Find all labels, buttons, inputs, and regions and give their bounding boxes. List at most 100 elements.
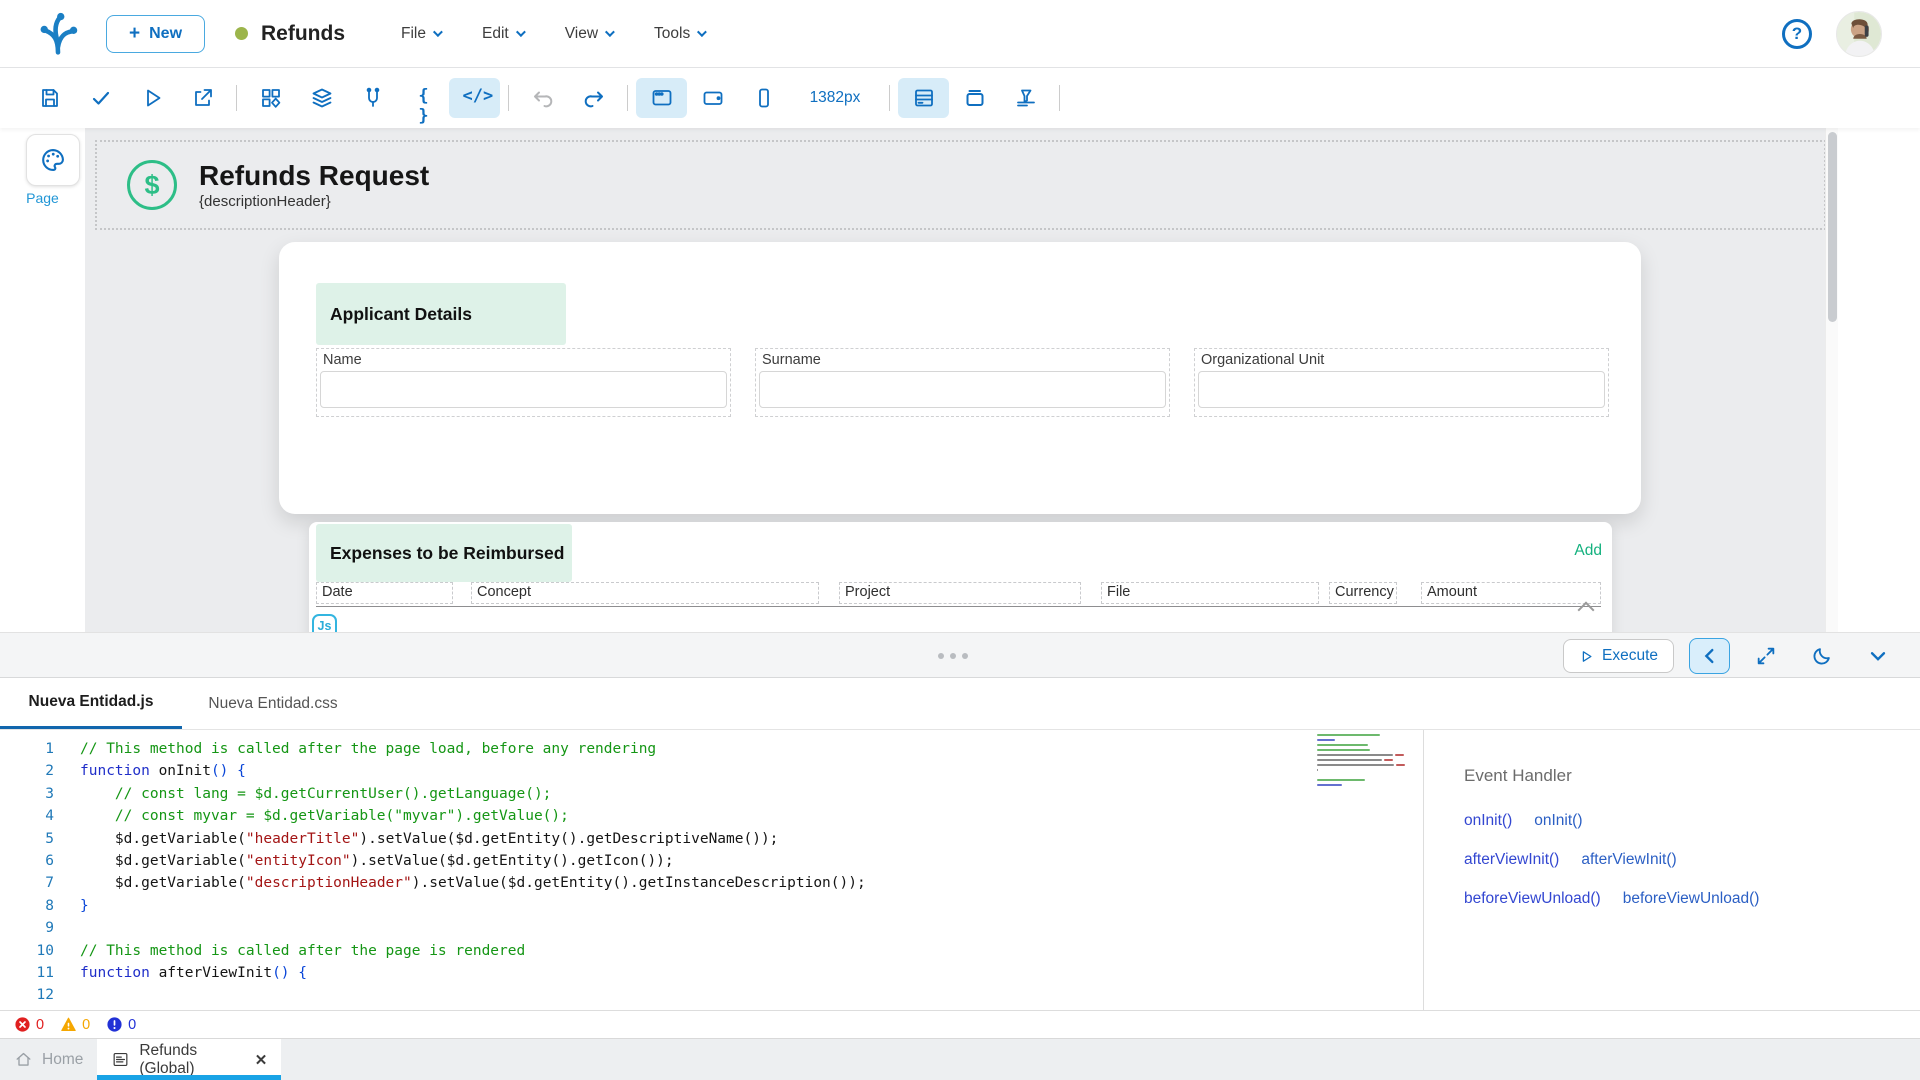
event-handler-title: Event Handler xyxy=(1464,766,1920,786)
code-line[interactable]: $d.getVariable("headerTitle").setValue($… xyxy=(80,828,1423,850)
toolbar-window-tab-button[interactable] xyxy=(949,78,1000,118)
menu-view[interactable]: View xyxy=(565,25,612,43)
code-line[interactable]: } xyxy=(80,895,1423,917)
toolbar-desktop-button[interactable] xyxy=(636,78,687,118)
toolbar-save-button[interactable] xyxy=(24,78,75,118)
toolbar-run-button[interactable] xyxy=(126,78,177,118)
add-expense-link[interactable]: Add xyxy=(1574,542,1602,560)
editor-tab-nueva-entidad-js[interactable]: Nueva Entidad.js xyxy=(0,678,182,729)
form-header-widget[interactable]: $ Refunds Request {descriptionHeader} xyxy=(95,140,1826,230)
dark-mode-button[interactable] xyxy=(1801,638,1842,674)
applicant-details-card[interactable]: Applicant Details Name Surname Organizatio… xyxy=(279,242,1641,514)
toolbar-divider xyxy=(236,85,237,111)
code-text[interactable]: // This method is called after the page … xyxy=(80,730,1423,1010)
event-handler-beforeviewunload[interactable]: beforeViewUnload() xyxy=(1623,890,1760,907)
organizational-unit-label[interactable]: Organizational Unit xyxy=(1198,351,1605,371)
toolbar-tablet-button[interactable] xyxy=(687,78,738,118)
splitter-drag-handle[interactable] xyxy=(938,653,968,659)
menu-file[interactable]: File xyxy=(401,25,440,43)
page-tool-label: Page xyxy=(0,190,85,206)
js-badge[interactable]: Js xyxy=(312,614,337,632)
toolbar-layers-button[interactable] xyxy=(296,78,347,118)
event-handler-afterviewinit[interactable]: afterViewInit() xyxy=(1581,851,1676,868)
help-icon[interactable]: ? xyxy=(1782,19,1812,49)
toolbar-redo-button[interactable] xyxy=(568,78,619,118)
name-input[interactable] xyxy=(320,371,727,408)
execute-button[interactable]: Execute xyxy=(1563,639,1674,673)
infos-count[interactable]: 0 xyxy=(106,1016,136,1033)
page-tool-button[interactable] xyxy=(26,134,80,186)
expenses-card[interactable]: Expenses to be Reimbursed Add Date Concep… xyxy=(309,522,1612,632)
event-link-oninit[interactable]: onInit() xyxy=(1464,812,1512,829)
page-title: Refunds xyxy=(261,22,345,46)
toolbar-connector-button[interactable] xyxy=(347,78,398,118)
code-line[interactable]: $d.getVariable("descriptionHeader").setV… xyxy=(80,872,1423,894)
code-line[interactable]: // const myvar = $d.getVariable("myvar")… xyxy=(80,805,1423,827)
line-number: 12 xyxy=(0,984,54,1006)
document-tab-home[interactable]: Home xyxy=(0,1039,97,1080)
expenses-section-title[interactable]: Expenses to be Reimbursed xyxy=(316,524,572,582)
line-number: 11 xyxy=(0,962,54,984)
collapse-panel-button[interactable] xyxy=(1857,638,1898,674)
column-header-amount[interactable]: Amount xyxy=(1421,582,1601,604)
toolbar-share-button[interactable] xyxy=(177,78,228,118)
code-line[interactable]: // This method is called after the page … xyxy=(80,738,1423,760)
surname-input[interactable] xyxy=(759,371,1166,408)
document-tab-refunds-global-[interactable]: Refunds (Global)✕ xyxy=(97,1039,281,1080)
filter-icon xyxy=(1014,86,1038,110)
toolbar-braces-button[interactable]: { } xyxy=(398,78,449,118)
menu-tools[interactable]: Tools xyxy=(654,25,704,43)
toolbar-components-button[interactable] xyxy=(245,78,296,118)
canvas-scrollbar-thumb[interactable] xyxy=(1828,132,1837,322)
form-title[interactable]: Refunds Request xyxy=(199,160,429,192)
errors-count[interactable]: 0 xyxy=(14,1016,44,1033)
viewport-width-label[interactable]: 1382px xyxy=(789,89,881,107)
editor-toolbar: { }</> 1382px xyxy=(0,68,1920,128)
expand-panel-button[interactable] xyxy=(1745,638,1786,674)
toolbar-check-button[interactable] xyxy=(75,78,126,118)
code-editor[interactable]: 123456789101112 // This method is called… xyxy=(0,730,1423,1010)
code-line[interactable] xyxy=(80,917,1423,939)
new-button[interactable]: + New xyxy=(106,15,205,53)
organizational-unit-field: Organizational Unit xyxy=(1194,348,1609,417)
column-header-project[interactable]: Project xyxy=(839,582,1081,604)
event-handler-oninit[interactable]: onInit() xyxy=(1534,812,1582,829)
name-label[interactable]: Name xyxy=(320,351,727,371)
code-line[interactable]: // This method is called after the page … xyxy=(80,940,1423,962)
event-link-afterviewinit[interactable]: afterViewInit() xyxy=(1464,851,1559,868)
event-link-beforeviewunload[interactable]: beforeViewUnload() xyxy=(1464,890,1601,907)
surname-label[interactable]: Surname xyxy=(759,351,1166,371)
app-logo-icon[interactable] xyxy=(36,12,80,56)
column-header-date[interactable]: Date xyxy=(316,582,453,604)
column-header-concept[interactable]: Concept xyxy=(471,582,819,604)
toolbar-undo-button xyxy=(517,78,568,118)
code-line[interactable] xyxy=(80,984,1423,1006)
surname-field: Surname xyxy=(755,348,1170,417)
warnings-count[interactable]: 0 xyxy=(60,1016,90,1033)
code-line[interactable]: // const lang = $d.getCurrentUser().getL… xyxy=(80,783,1423,805)
applicant-details-section-title[interactable]: Applicant Details xyxy=(316,283,566,345)
close-tab-icon[interactable]: ✕ xyxy=(255,1051,268,1069)
toolbar-detail-window-button[interactable] xyxy=(898,78,949,118)
menu-edit[interactable]: Edit xyxy=(482,25,523,43)
canvas-scrollbar[interactable] xyxy=(1825,128,1838,632)
column-header-currency[interactable]: Currency xyxy=(1329,582,1397,604)
share-icon xyxy=(191,86,215,110)
event-handler-row: beforeViewUnload() beforeViewUnload() xyxy=(1464,890,1920,908)
editor-tab-nueva-entidad-css[interactable]: Nueva Entidad.css xyxy=(182,678,364,729)
toolbar-filter-button[interactable] xyxy=(1000,78,1051,118)
organizational-unit-input[interactable] xyxy=(1198,371,1605,408)
collapse-left-button[interactable] xyxy=(1689,638,1730,674)
code-line[interactable]: $d.getVariable("entityIcon").setValue($d… xyxy=(80,850,1423,872)
form-subtitle[interactable]: {descriptionHeader} xyxy=(199,193,429,210)
line-number-gutter: 123456789101112 xyxy=(0,730,80,1010)
user-avatar[interactable] xyxy=(1836,11,1882,57)
toolbar-phone-button[interactable] xyxy=(738,78,789,118)
code-line[interactable]: function afterViewInit() { xyxy=(80,962,1423,984)
toolbar-code-button[interactable]: </> xyxy=(449,78,500,118)
column-header-file[interactable]: File xyxy=(1101,582,1319,604)
code-minimap[interactable] xyxy=(1317,734,1405,818)
code-line[interactable]: function onInit() { xyxy=(80,760,1423,782)
canvas-surface: $ Refunds Request {descriptionHeader} Ap… xyxy=(85,128,1838,632)
document-tab-bar: HomeRefunds (Global)✕ xyxy=(0,1038,1920,1080)
